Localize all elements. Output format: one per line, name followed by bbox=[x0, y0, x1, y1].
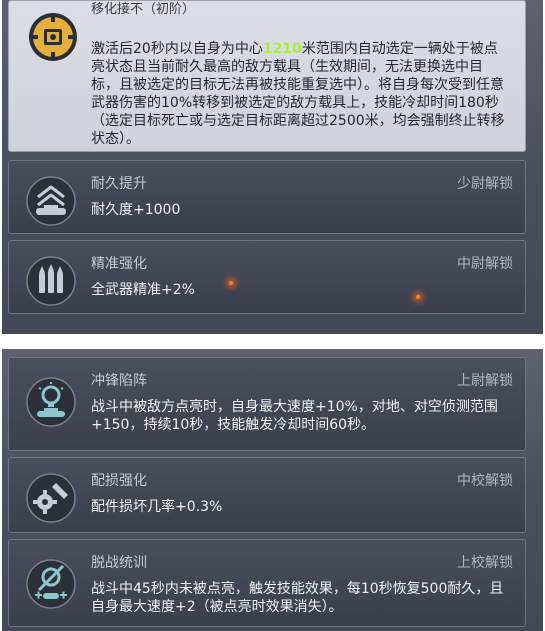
top-screenshot: 移化接不（初阶） 激活后20秒内以自身为中心1210米范围内自动选定一辆处于被点… bbox=[2, 0, 543, 334]
skill-description: 战斗中被敌方点亮时，自身最大速度+10%，对地、对空侦测范围+150，持续10秒… bbox=[91, 399, 498, 433]
skill-title: 脱战统训 bbox=[91, 555, 147, 571]
unlock-badge: 上尉解锁 bbox=[457, 373, 513, 389]
unlock-badge: 中尉解锁 bbox=[457, 256, 513, 272]
skill-title: 冲锋陷阵 bbox=[91, 373, 147, 389]
skill-description: 耐久度+1000 bbox=[91, 202, 181, 218]
skill-description: 配件损坏几率+0.3% bbox=[91, 499, 223, 515]
lightbulb-tank-icon bbox=[25, 376, 77, 428]
skill-title: 配损强化 bbox=[91, 473, 147, 489]
armor-up-icon bbox=[25, 175, 77, 227]
skill-card-armor[interactable]: 耐久提升 少尉解锁 耐久度+1000 bbox=[8, 160, 526, 234]
featured-skill-title: 移化接不（初阶） bbox=[91, 2, 196, 17]
featured-skill-card[interactable]: 移化接不（初阶） 激活后20秒内以自身为中心1210米范围内自动选定一辆处于被点… bbox=[8, 0, 526, 152]
skill-card-charge[interactable]: 冲锋陷阵 上尉解锁 战斗中被敌方点亮时，自身最大速度+10%，对地、对空侦测范围… bbox=[8, 357, 526, 451]
skill-description: 战斗中45秒内未被点亮，触发技能效果，每10秒恢复500耐久，且自身最大速度+2… bbox=[91, 581, 504, 615]
unlock-badge: 少尉解锁 bbox=[457, 176, 513, 192]
unlock-badge: 中校解锁 bbox=[457, 473, 513, 489]
skill-card-damage[interactable]: 配损强化 中校解锁 配件损坏几率+0.3% bbox=[8, 457, 526, 533]
skill-title: 精准强化 bbox=[91, 256, 147, 272]
ember-particle bbox=[416, 295, 420, 299]
ammo-precision-icon bbox=[25, 255, 77, 307]
featured-skill-description: 激活后20秒内以自身为中心1210米范围内自动选定一辆处于被点亮状态且当前耐久最… bbox=[91, 41, 505, 147]
bottom-screenshot: 冲锋陷阵 上尉解锁 战斗中被敌方点亮时，自身最大速度+10%，对地、对空侦测范围… bbox=[2, 349, 543, 631]
skill-card-precision[interactable]: 精准强化 中尉解锁 全武器精准+2% bbox=[8, 240, 526, 314]
gear-transfer-icon bbox=[27, 11, 79, 63]
range-highlight-value: 1210 bbox=[262, 41, 302, 57]
unlock-badge: 上校解锁 bbox=[457, 555, 513, 571]
skill-card-regen[interactable]: 脱战统训 上校解锁 战斗中45秒内未被点亮，触发技能效果，每10秒恢复500耐久… bbox=[8, 539, 526, 627]
ember-particle bbox=[229, 281, 233, 285]
skill-title: 耐久提升 bbox=[91, 176, 147, 192]
gear-repair-icon bbox=[25, 472, 77, 524]
skill-description: 全武器精准+2% bbox=[91, 282, 195, 298]
stealth-tank-icon bbox=[25, 558, 77, 610]
